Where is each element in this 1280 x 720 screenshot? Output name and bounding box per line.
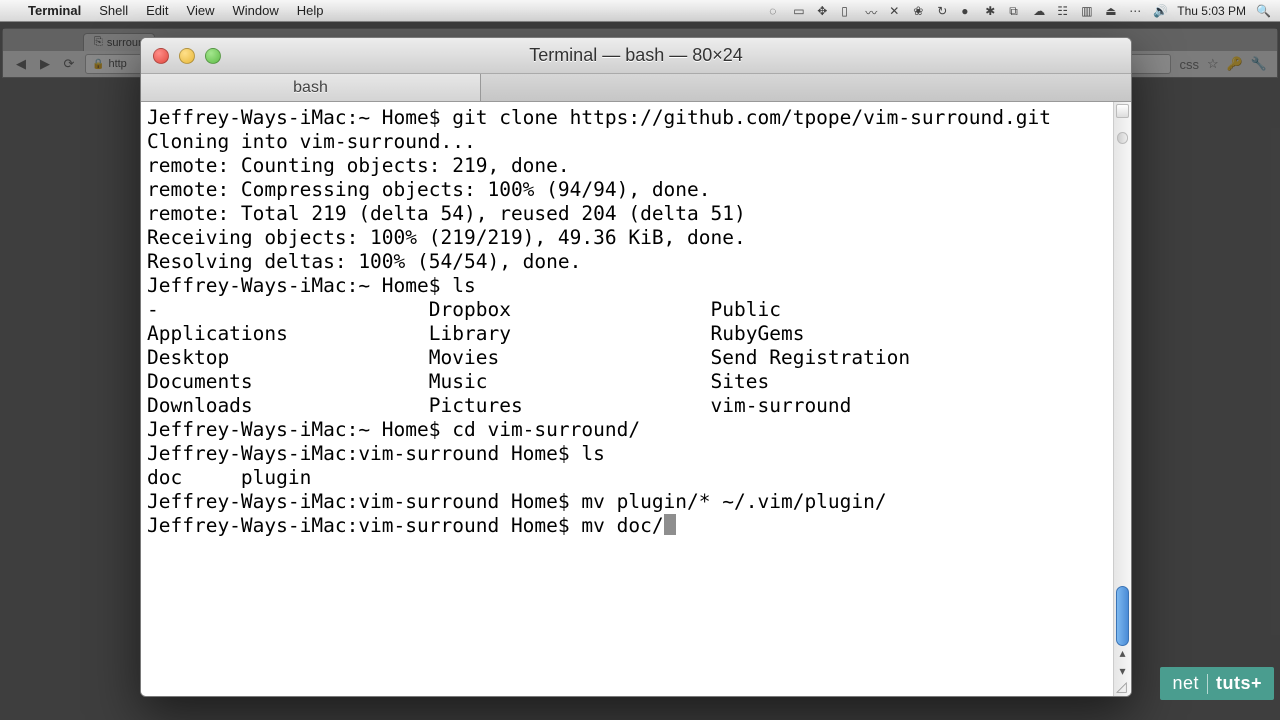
- window-title: Terminal — bash — 80×24: [141, 45, 1131, 66]
- menu-view[interactable]: View: [187, 3, 215, 18]
- spotlight-icon[interactable]: 🔍: [1256, 4, 1270, 18]
- terminal-tab-label: bash: [293, 79, 328, 97]
- display-icon[interactable]: ▭: [793, 4, 807, 18]
- terminal-cursor: [664, 514, 676, 535]
- leaf-icon[interactable]: ●: [961, 4, 975, 18]
- watermark-badge: net tuts+: [1160, 667, 1274, 700]
- menu-window[interactable]: Window: [233, 3, 279, 18]
- window-close-button[interactable]: [153, 48, 169, 64]
- terminal-window[interactable]: Terminal — bash — 80×24 bash Jeffrey-Way…: [140, 37, 1132, 697]
- close-icon[interactable]: ✕: [889, 4, 903, 18]
- menu-shell[interactable]: Shell: [99, 3, 128, 18]
- badge-seg1: net: [1172, 673, 1199, 694]
- mobile-icon[interactable]: ▯: [841, 4, 855, 18]
- menu-help[interactable]: Help: [297, 3, 324, 18]
- app-name[interactable]: Terminal: [28, 3, 81, 18]
- volume-icon[interactable]: 🔊: [1153, 4, 1167, 18]
- menu-edit[interactable]: Edit: [146, 3, 168, 18]
- traffic-lights: [153, 48, 221, 64]
- window-zoom-button[interactable]: [205, 48, 221, 64]
- cloud-icon[interactable]: ☁: [1033, 4, 1047, 18]
- eject-icon[interactable]: ⏏: [1105, 4, 1119, 18]
- terminal-tab[interactable]: bash: [141, 74, 481, 101]
- terminal-scrollbar[interactable]: ▴ ▾ ◿: [1113, 102, 1131, 696]
- scrollbar-up-icon[interactable]: ▴: [1114, 646, 1131, 664]
- window-titlebar[interactable]: Terminal — bash — 80×24: [141, 38, 1131, 74]
- menubar-clock[interactable]: Thu 5:03 PM: [1177, 4, 1246, 18]
- scrollbar-thumb[interactable]: [1116, 586, 1129, 646]
- refresh-icon[interactable]: ↻: [937, 4, 951, 18]
- monitor-icon[interactable]: ▥: [1081, 4, 1095, 18]
- spinner-icon: ◌: [769, 4, 783, 18]
- dots-icon[interactable]: ⋯: [1129, 4, 1143, 18]
- scrollbar-knob-icon: [1117, 132, 1128, 144]
- copy-icon[interactable]: ⧉: [1009, 4, 1023, 18]
- macos-menubar: Terminal Shell Edit View Window Help ◌ ▭…: [0, 0, 1280, 22]
- wave-icon[interactable]: 〰: [865, 4, 879, 18]
- menubar-extras: ◌ ▭ ✥ ▯ 〰 ✕ ❀ ↻ ● ✱ ⧉ ☁ ☷ ▥ ⏏ ⋯ 🔊 Thu 5:…: [769, 4, 1270, 18]
- fan-icon[interactable]: ✱: [985, 4, 999, 18]
- badge-seg2: tuts+: [1216, 673, 1262, 694]
- window-resize-handle-icon[interactable]: ◿: [1116, 681, 1130, 695]
- window-minimize-button[interactable]: [179, 48, 195, 64]
- move-icon[interactable]: ✥: [817, 4, 831, 18]
- terminal-output[interactable]: Jeffrey-Ways-iMac:~ Home$ git clone http…: [141, 102, 1113, 696]
- chat-icon[interactable]: ☷: [1057, 4, 1071, 18]
- terminal-tabbar: bash: [141, 74, 1131, 102]
- scrollbar-top-icon[interactable]: [1116, 104, 1129, 118]
- globe-icon[interactable]: ❀: [913, 4, 927, 18]
